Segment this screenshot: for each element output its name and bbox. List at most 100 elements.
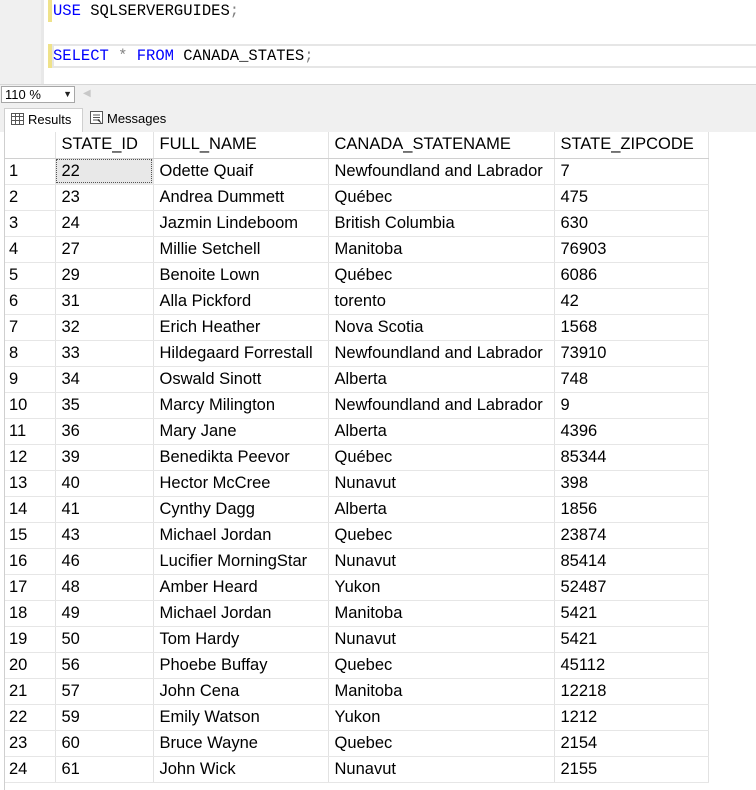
table-row[interactable]: 5 29 Benoite Lown Québec 6086: [5, 262, 709, 289]
cell-state-id[interactable]: 39: [55, 444, 154, 471]
row-number[interactable]: 7: [5, 314, 56, 341]
cell-canada-statename[interactable]: Manitoba: [328, 236, 555, 263]
column-header-full-name[interactable]: FULL_NAME: [153, 132, 329, 159]
cell-state-id[interactable]: 31: [55, 288, 154, 315]
cell-state-zipcode[interactable]: 23874: [554, 522, 709, 549]
row-number[interactable]: 1: [5, 158, 56, 185]
cell-full-name[interactable]: Lucifier MorningStar: [153, 548, 329, 575]
row-number[interactable]: 16: [5, 548, 56, 575]
cell-state-id[interactable]: 34: [55, 366, 154, 393]
row-number[interactable]: 14: [5, 496, 56, 523]
cell-full-name[interactable]: John Cena: [153, 678, 329, 705]
table-row[interactable]: 11 36 Mary Jane Alberta 4396: [5, 418, 709, 445]
cell-state-zipcode[interactable]: 2155: [554, 756, 709, 783]
cell-full-name[interactable]: Phoebe Buffay: [153, 652, 329, 679]
cell-state-zipcode[interactable]: 5421: [554, 626, 709, 653]
cell-state-zipcode[interactable]: 2154: [554, 730, 709, 757]
cell-state-id[interactable]: 61: [55, 756, 154, 783]
row-number-header[interactable]: [5, 132, 56, 159]
cell-state-id[interactable]: 24: [55, 210, 154, 237]
cell-state-id[interactable]: 48: [55, 574, 154, 601]
row-number[interactable]: 5: [5, 262, 56, 289]
row-number[interactable]: 21: [5, 678, 56, 705]
cell-state-id[interactable]: 32: [55, 314, 154, 341]
tab-results[interactable]: Results: [4, 108, 83, 132]
cell-state-zipcode[interactable]: 85344: [554, 444, 709, 471]
table-row[interactable]: 15 43 Michael Jordan Quebec 23874: [5, 522, 709, 549]
table-row[interactable]: 23 60 Bruce Wayne Quebec 2154: [5, 730, 709, 757]
row-number[interactable]: 24: [5, 756, 56, 783]
cell-state-id[interactable]: 35: [55, 392, 154, 419]
table-row[interactable]: 4 27 Millie Setchell Manitoba 76903: [5, 236, 709, 263]
cell-full-name[interactable]: Jazmin Lindeboom: [153, 210, 329, 237]
cell-canada-statename[interactable]: Nunavut: [328, 756, 555, 783]
cell-state-zipcode[interactable]: 4396: [554, 418, 709, 445]
table-row[interactable]: 12 39 Benedikta Peevor Québec 85344: [5, 444, 709, 471]
cell-state-id[interactable]: 50: [55, 626, 154, 653]
row-number[interactable]: 6: [5, 288, 56, 315]
cell-full-name[interactable]: Benedikta Peevor: [153, 444, 329, 471]
cell-state-zipcode[interactable]: 42: [554, 288, 709, 315]
cell-state-zipcode[interactable]: 475: [554, 184, 709, 211]
cell-full-name[interactable]: Hector McCree: [153, 470, 329, 497]
row-number[interactable]: 17: [5, 574, 56, 601]
row-number[interactable]: 18: [5, 600, 56, 627]
row-number[interactable]: 4: [5, 236, 56, 263]
table-row[interactable]: 20 56 Phoebe Buffay Quebec 45112: [5, 652, 709, 679]
cell-full-name[interactable]: Cynthy Dagg: [153, 496, 329, 523]
cell-state-zipcode[interactable]: 12218: [554, 678, 709, 705]
cell-canada-statename[interactable]: Yukon: [328, 704, 555, 731]
cell-full-name[interactable]: Andrea Dummett: [153, 184, 329, 211]
cell-state-zipcode[interactable]: 748: [554, 366, 709, 393]
cell-state-id[interactable]: 60: [55, 730, 154, 757]
table-row[interactable]: 2 23 Andrea Dummett Québec 475: [5, 184, 709, 211]
table-row[interactable]: 21 57 John Cena Manitoba 12218: [5, 678, 709, 705]
cell-canada-statename[interactable]: Nunavut: [328, 626, 555, 653]
cell-state-id[interactable]: 22: [55, 158, 154, 185]
table-row[interactable]: 24 61 John Wick Nunavut 2155: [5, 756, 709, 783]
cell-canada-statename[interactable]: Quebec: [328, 522, 555, 549]
cell-full-name[interactable]: Alla Pickford: [153, 288, 329, 315]
cell-full-name[interactable]: John Wick: [153, 756, 329, 783]
cell-full-name[interactable]: Hildegaard Forrestall: [153, 340, 329, 367]
cell-full-name[interactable]: Michael Jordan: [153, 600, 329, 627]
cell-full-name[interactable]: Emily Watson: [153, 704, 329, 731]
cell-canada-statename[interactable]: Nova Scotia: [328, 314, 555, 341]
cell-state-id[interactable]: 46: [55, 548, 154, 575]
cell-state-id[interactable]: 43: [55, 522, 154, 549]
cell-full-name[interactable]: Amber Heard: [153, 574, 329, 601]
cell-state-id[interactable]: 40: [55, 470, 154, 497]
cell-canada-statename[interactable]: Québec: [328, 444, 555, 471]
table-row[interactable]: 13 40 Hector McCree Nunavut 398: [5, 470, 709, 497]
row-number[interactable]: 22: [5, 704, 56, 731]
cell-state-id[interactable]: 33: [55, 340, 154, 367]
cell-canada-statename[interactable]: Yukon: [328, 574, 555, 601]
zoom-select[interactable]: 110 % ▼: [1, 86, 75, 103]
sql-editor[interactable]: USE SQLSERVERGUIDES; SELECT * FROM CANAD…: [0, 0, 756, 84]
scroll-left-icon[interactable]: ◀: [83, 88, 91, 100]
cell-full-name[interactable]: Tom Hardy: [153, 626, 329, 653]
cell-canada-statename[interactable]: Nunavut: [328, 470, 555, 497]
table-row[interactable]: 1 22 Odette Quaif Newfoundland and Labrador…: [5, 158, 709, 185]
cell-state-zipcode[interactable]: 76903: [554, 236, 709, 263]
cell-state-zipcode[interactable]: 85414: [554, 548, 709, 575]
table-row[interactable]: 9 34 Oswald Sinott Alberta 748: [5, 366, 709, 393]
cell-canada-statename[interactable]: Québec: [328, 262, 555, 289]
cell-state-id[interactable]: 59: [55, 704, 154, 731]
cell-canada-statename[interactable]: Newfoundland and Labrador: [328, 158, 555, 185]
row-number[interactable]: 20: [5, 652, 56, 679]
tab-messages[interactable]: Messages: [84, 108, 178, 132]
cell-canada-statename[interactable]: Manitoba: [328, 678, 555, 705]
cell-state-zipcode[interactable]: 9: [554, 392, 709, 419]
cell-state-id[interactable]: 41: [55, 496, 154, 523]
code-line-2[interactable]: SELECT * FROM CANADA_STATES;: [53, 45, 314, 67]
cell-state-id[interactable]: 29: [55, 262, 154, 289]
cell-full-name[interactable]: Oswald Sinott: [153, 366, 329, 393]
table-row[interactable]: 6 31 Alla Pickford torento 42: [5, 288, 709, 315]
cell-canada-statename[interactable]: British Columbia: [328, 210, 555, 237]
table-row[interactable]: 17 48 Amber Heard Yukon 52487: [5, 574, 709, 601]
row-number[interactable]: 19: [5, 626, 56, 653]
cell-full-name[interactable]: Bruce Wayne: [153, 730, 329, 757]
table-row[interactable]: 10 35 Marcy Milington Newfoundland and Labr…: [5, 392, 709, 419]
cell-state-zipcode[interactable]: 5421: [554, 600, 709, 627]
